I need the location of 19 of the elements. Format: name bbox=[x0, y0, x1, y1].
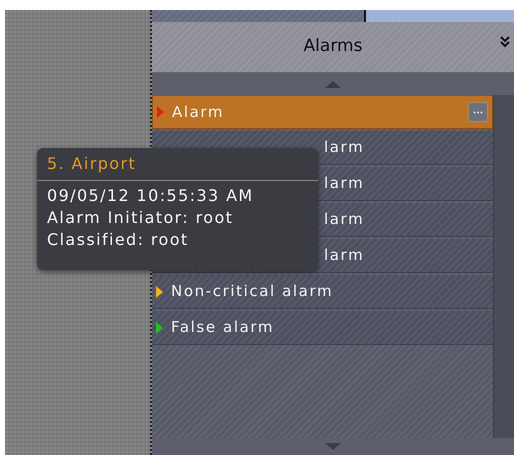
alarm-row[interactable]: False alarm bbox=[152, 311, 493, 345]
panel-title: Alarms bbox=[304, 35, 362, 58]
alarm-label: larm bbox=[324, 209, 364, 230]
more-button[interactable] bbox=[468, 102, 488, 122]
alarm-label: Alarm bbox=[172, 102, 226, 123]
more-icon bbox=[473, 110, 483, 114]
tooltip-title: 5. Airport bbox=[37, 152, 318, 181]
scroll-up-bar[interactable] bbox=[152, 73, 514, 95]
alarm-row[interactable]: Non-critical alarm bbox=[152, 275, 493, 309]
down-arrow-icon bbox=[325, 443, 341, 450]
scroll-down-bar[interactable] bbox=[152, 438, 514, 455]
scrollbar-track[interactable] bbox=[493, 95, 514, 438]
alarm-label: Non-critical alarm bbox=[171, 281, 334, 302]
collapse-icon[interactable] bbox=[500, 36, 510, 50]
alarm-label: larm bbox=[324, 137, 364, 158]
alarm-label: False alarm bbox=[171, 317, 276, 338]
alarm-label: larm bbox=[324, 245, 364, 266]
up-arrow-icon bbox=[325, 80, 341, 88]
alarm-label: larm bbox=[324, 173, 364, 194]
